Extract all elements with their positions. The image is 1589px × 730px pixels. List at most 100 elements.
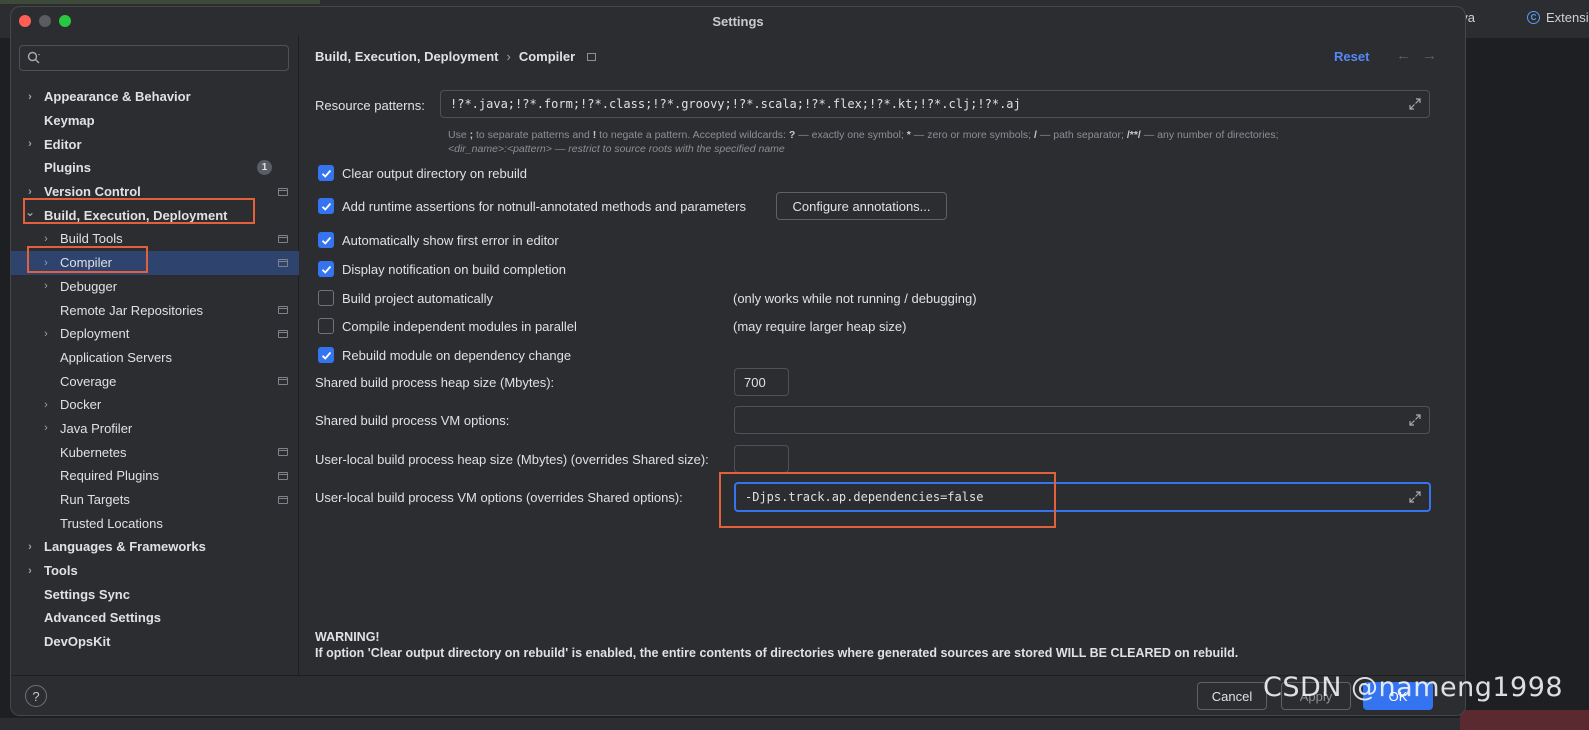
checkbox-row[interactable]: Display notification on build completion — [318, 261, 566, 277]
user-vm-options-input[interactable]: -Djps.track.ap.dependencies=false — [734, 482, 1431, 512]
compiler-settings-panel: Build, Execution, Deployment › Compiler … — [300, 35, 1465, 675]
bg-editor-tab-extensions[interactable]: C Extensi — [1527, 10, 1589, 25]
sidebar-item[interactable]: › Build Tools — [11, 227, 299, 251]
bg-tab-label: Extensi — [1546, 10, 1589, 25]
sidebar-item[interactable]: Application Servers — [11, 346, 299, 370]
help-button[interactable]: ? — [25, 685, 47, 707]
check-icon — [321, 236, 331, 245]
sidebar-item[interactable]: › Compiler — [11, 250, 299, 275]
warning-title: WARNING! — [315, 630, 380, 644]
sidebar-item[interactable]: › Languages & Frameworks — [11, 535, 299, 559]
sidebar-item-label: Editor — [44, 136, 82, 152]
checkbox-row[interactable]: Add runtime assertions for notnull-annot… — [318, 198, 746, 214]
checkbox-checked[interactable] — [318, 232, 334, 248]
user-heap-size-input[interactable] — [734, 445, 789, 473]
checkbox-checked[interactable] — [318, 261, 334, 277]
heap-size-input[interactable]: 700 — [734, 368, 789, 396]
project-scope-icon — [278, 306, 288, 315]
sidebar-item[interactable]: › Appearance & Behavior — [11, 85, 299, 109]
checkbox-row[interactable]: Automatically show first error in editor — [318, 232, 559, 248]
sidebar-item-label: Appearance & Behavior — [44, 89, 191, 105]
sidebar-item[interactable]: Coverage — [11, 369, 299, 393]
sidebar-item[interactable]: DevOpsKit — [11, 630, 299, 654]
chevron-right-icon[interactable]: › — [25, 565, 35, 577]
minimize-window-button[interactable] — [39, 15, 51, 27]
sidebar-item[interactable]: Advanced Settings — [11, 606, 299, 630]
sidebar-item[interactable]: › Debugger — [11, 275, 299, 299]
forward-arrow-icon[interactable]: → — [1422, 47, 1437, 64]
checkbox-checked[interactable] — [318, 198, 334, 214]
sidebar-item-label: Settings Sync — [44, 586, 130, 602]
ide-background-statusbar — [0, 718, 1589, 730]
vm-options-input[interactable] — [734, 406, 1430, 434]
checkbox-row[interactable]: Compile independent modules in parallel — [318, 318, 577, 334]
chevron-right-icon[interactable]: › — [41, 257, 51, 269]
checkbox-label: Display notification on build completion — [342, 261, 567, 277]
breadcrumb-separator: › — [506, 49, 511, 64]
checkbox-unchecked[interactable] — [318, 318, 334, 334]
check-icon — [321, 351, 331, 360]
chevron-down-icon[interactable]: ⌄ — [25, 205, 35, 219]
sidebar-item[interactable]: › Docker — [11, 393, 299, 417]
vm-options-label: Shared build process VM options: — [315, 413, 510, 428]
search-icon — [27, 51, 40, 64]
chevron-right-icon[interactable]: › — [41, 422, 51, 434]
resource-patterns-hint: Use ; to separate patterns and ! to nega… — [448, 129, 1279, 155]
chevron-right-icon[interactable]: › — [25, 541, 35, 553]
sidebar-item[interactable]: Keymap — [11, 109, 299, 133]
sidebar-item[interactable]: Required Plugins — [11, 464, 299, 488]
chevron-right-icon[interactable]: › — [25, 186, 35, 198]
title-bar[interactable]: Settings — [11, 7, 1465, 35]
breadcrumb-parent[interactable]: Build, Execution, Deployment — [315, 49, 498, 64]
checkbox-checked[interactable] — [318, 347, 334, 363]
project-scope-icon — [278, 329, 288, 338]
sidebar-item[interactable]: Remote Jar Repositories — [11, 298, 299, 322]
reset-link[interactable]: Reset — [1334, 49, 1369, 64]
sidebar-item[interactable]: Run Targets — [11, 488, 299, 512]
checkbox-row[interactable]: Clear output directory on rebuild — [318, 165, 527, 181]
warning-text: If option 'Clear output directory on reb… — [315, 646, 1239, 660]
sidebar-item[interactable]: › Editor — [11, 132, 299, 156]
sidebar-item[interactable]: Trusted Locations — [11, 511, 299, 535]
cancel-button[interactable]: Cancel — [1197, 682, 1267, 710]
checkbox-row[interactable]: Rebuild module on dependency change — [318, 347, 571, 363]
breadcrumb: Build, Execution, Deployment › Compiler — [315, 49, 597, 64]
configure-annotations-button[interactable]: Configure annotations... — [776, 192, 947, 220]
chevron-right-icon[interactable]: › — [25, 138, 35, 150]
sidebar-item[interactable]: Plugins 1 — [11, 156, 299, 180]
sidebar-item[interactable]: ⌄ Build, Execution, Deployment — [11, 203, 299, 227]
close-window-button[interactable] — [19, 15, 31, 27]
chevron-right-icon[interactable]: › — [41, 280, 51, 292]
expand-icon[interactable] — [1409, 491, 1421, 503]
sidebar-item-label: Tools — [44, 563, 78, 579]
sidebar-item-label: Run Targets — [60, 492, 130, 508]
sidebar-item[interactable]: › Version Control — [11, 180, 299, 204]
sidebar-item[interactable]: › Deployment — [11, 322, 299, 346]
expand-icon[interactable] — [1409, 98, 1421, 110]
checkbox-label: Add runtime assertions for notnull-annot… — [342, 198, 746, 214]
sidebar-item[interactable]: Kubernetes — [11, 440, 299, 464]
sidebar-item[interactable]: › Java Profiler — [11, 417, 299, 441]
chevron-right-icon[interactable]: › — [41, 233, 51, 245]
heap-size-value: 700 — [744, 374, 766, 390]
checkbox-unchecked[interactable] — [318, 290, 334, 306]
chevron-right-icon[interactable]: › — [25, 91, 35, 103]
check-icon — [321, 265, 331, 274]
checkbox-checked[interactable] — [318, 165, 334, 181]
checkbox-row[interactable]: Build project automatically — [318, 290, 493, 306]
zoom-window-button[interactable] — [59, 15, 71, 27]
resource-patterns-input[interactable]: !?*.java;!?*.form;!?*.class;!?*.groovy;!… — [440, 90, 1430, 118]
sidebar-item-label: Build, Execution, Deployment — [44, 207, 228, 223]
sidebar-item[interactable]: › Tools — [11, 559, 299, 583]
expand-icon[interactable] — [1409, 414, 1421, 426]
ide-background-strip — [0, 0, 320, 4]
sidebar-item-label: Java Profiler — [60, 420, 133, 436]
back-arrow-icon[interactable]: ← — [1396, 47, 1411, 64]
chevron-right-icon[interactable]: › — [41, 399, 51, 411]
project-scope-icon — [278, 234, 288, 243]
sidebar-item[interactable]: Settings Sync — [11, 582, 299, 606]
chevron-right-icon[interactable]: › — [41, 328, 51, 340]
sidebar-item-label: Remote Jar Repositories — [60, 302, 204, 318]
checkbox-label: Compile independent modules in parallel — [342, 318, 577, 334]
settings-search-input[interactable] — [19, 45, 289, 71]
